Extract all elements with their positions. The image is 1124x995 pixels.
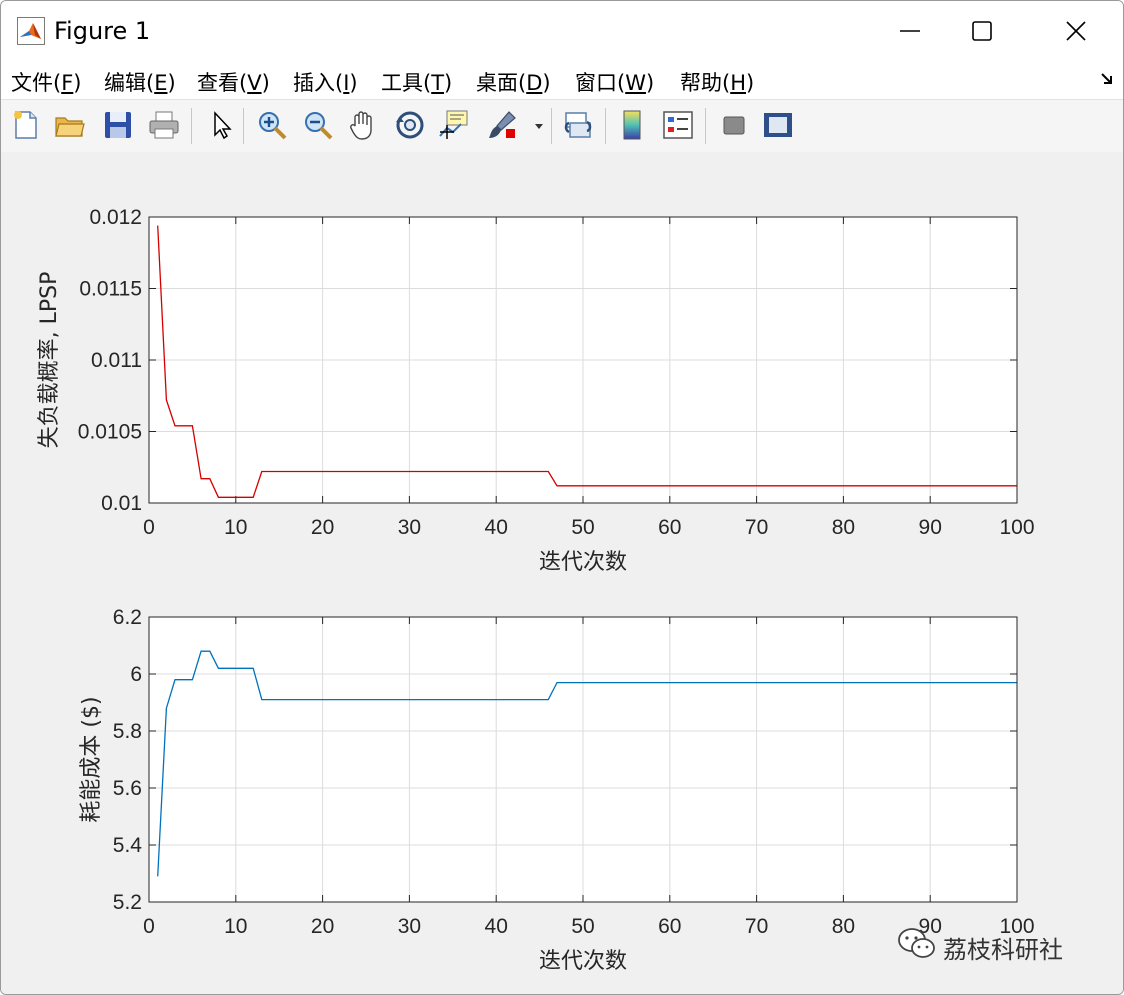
x-tick-label: 80 xyxy=(832,915,855,938)
menu-insert[interactable]: 插入(I) xyxy=(293,67,358,97)
y-axis-label: 失负载概率, LPSP xyxy=(37,272,62,449)
brush-dropdown-icon[interactable] xyxy=(531,108,547,142)
pan-hand-icon[interactable] xyxy=(347,108,381,142)
y-tick-label: 0.0105 xyxy=(78,421,142,444)
toolbar-separator xyxy=(551,108,552,144)
watermark-text: 荔枝科研社 xyxy=(943,936,1063,964)
legend-icon[interactable] xyxy=(661,108,695,142)
figure-canvas: 0 10 20 30 40 50 60 70 80 90 100 0.01 0.0105 0.011 0.0… xyxy=(1,152,1123,994)
dock-arrow-icon[interactable] xyxy=(1099,71,1115,91)
toolbar-separator xyxy=(605,108,606,144)
y-tick-label: 5.6 xyxy=(113,777,142,800)
maximize-icon xyxy=(972,21,992,41)
zoom-out-icon[interactable] xyxy=(301,108,335,142)
menu-help[interactable]: 帮助(H) xyxy=(680,67,754,97)
close-button[interactable] xyxy=(1041,1,1111,61)
link-plot-icon[interactable] xyxy=(561,108,595,142)
y-tick-label: 0.0115 xyxy=(79,278,142,301)
close-icon xyxy=(1066,21,1086,41)
wechat-logo-icon xyxy=(898,928,935,958)
y-tick-label: 0.012 xyxy=(89,206,142,229)
x-tick-label: 70 xyxy=(745,516,768,539)
menu-view[interactable]: 查看(V) xyxy=(197,67,270,97)
x-tick-label: 60 xyxy=(658,516,681,539)
x-tick-label: 30 xyxy=(398,516,421,539)
new-figure-icon[interactable] xyxy=(9,108,43,142)
x-tick-label: 80 xyxy=(832,516,855,539)
brush-icon[interactable] xyxy=(485,108,519,142)
minimize-button[interactable] xyxy=(875,1,945,61)
menu-window[interactable]: 窗口(W) xyxy=(575,67,654,97)
show-plot-tools-icon[interactable] xyxy=(761,108,795,142)
x-tick-label: 0 xyxy=(143,516,155,539)
x-tick-label: 50 xyxy=(571,915,594,938)
toolbar-separator xyxy=(191,108,192,144)
y-tick-label: 5.4 xyxy=(113,834,143,857)
x-tick-label: 30 xyxy=(398,915,421,938)
matlab-logo-icon xyxy=(17,17,45,45)
y-tick-label: 6 xyxy=(130,663,142,686)
x-tick-label: 50 xyxy=(571,516,594,539)
print-icon[interactable] xyxy=(147,108,181,142)
title-bar: Figure 1 xyxy=(1,1,1123,61)
y-tick-label: 0.011 xyxy=(91,349,142,372)
x-axis-label: 迭代次数 xyxy=(539,550,627,575)
pointer-icon[interactable] xyxy=(205,108,239,142)
maximize-button[interactable] xyxy=(947,1,1017,61)
data-cursor-icon[interactable] xyxy=(437,108,471,142)
x-tick-label: 40 xyxy=(485,915,508,938)
x-axis-label: 迭代次数 xyxy=(539,949,627,974)
plot-canvas: 0 10 20 30 40 50 60 70 80 90 1000.010.01050.0110.0… xyxy=(37,206,1035,974)
x-tick-label: 20 xyxy=(311,516,334,539)
y-tick-label: 5.8 xyxy=(113,720,142,743)
x-tick-label: 10 xyxy=(224,516,247,539)
toolbar-separator xyxy=(705,108,706,144)
save-icon[interactable] xyxy=(101,108,135,142)
y-tick-label: 6.2 xyxy=(113,606,142,629)
menu-tools[interactable]: 工具(T) xyxy=(381,67,452,97)
axes-1: 0 10 20 30 40 50 60 70 80 90 100 0.01 0.0105 0.011 0.0… xyxy=(37,206,1035,575)
minimize-icon xyxy=(900,30,920,32)
figure-toolbar xyxy=(1,99,1123,153)
x-tick-label: 70 xyxy=(745,915,768,938)
watermark: 荔枝科研社 xyxy=(897,926,1063,966)
zoom-in-icon[interactable] xyxy=(255,108,289,142)
x-tick-label: 10 xyxy=(224,915,247,938)
hide-plot-tools-icon[interactable] xyxy=(717,108,751,142)
colorbar-icon[interactable] xyxy=(615,108,649,142)
axes-2: 0 10 20 30 40 50 60 70 80 90 1005.25.45.65.866.2迭代… xyxy=(79,606,1035,974)
x-tick-label: 0 xyxy=(143,915,155,938)
y-tick-label: 0.01 xyxy=(101,492,142,515)
menu-bar: 文件(F) 编辑(E) 查看(V) 插入(I) 工具(T) 桌面(D) 窗口(W… xyxy=(1,61,1123,99)
x-tick-label: 90 xyxy=(919,516,942,539)
window-title: Figure 1 xyxy=(54,17,151,45)
rotate-3d-icon[interactable] xyxy=(393,108,427,142)
y-tick-label: 5.2 xyxy=(113,891,142,914)
menu-file[interactable]: 文件(F) xyxy=(11,67,82,97)
y-axis-label: 耗能成本 ($) xyxy=(79,696,104,822)
figure-window: Figure 1 文件(F) 编辑(E) 查看(V) 插入(I) 工具(T) 桌… xyxy=(0,0,1124,995)
x-tick-label: 20 xyxy=(311,915,334,938)
x-tick-label: 100 xyxy=(999,516,1034,539)
x-tick-label: 60 xyxy=(658,915,681,938)
menu-edit[interactable]: 编辑(E) xyxy=(104,67,176,97)
toolbar-separator xyxy=(243,108,244,144)
menu-desktop[interactable]: 桌面(D) xyxy=(476,67,551,97)
x-tick-label: 40 xyxy=(485,516,508,539)
open-file-icon[interactable] xyxy=(53,108,87,142)
